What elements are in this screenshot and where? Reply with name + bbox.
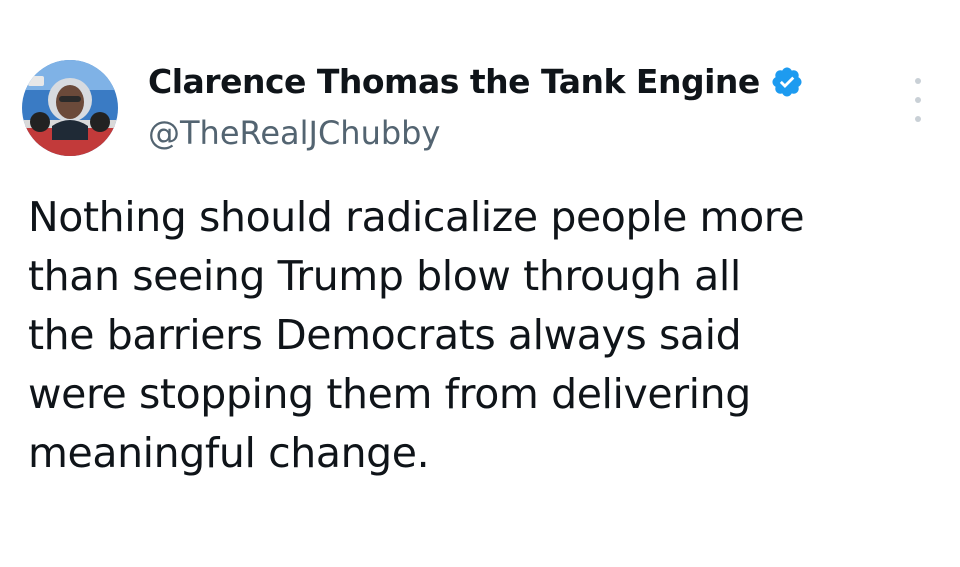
tweet-text-line: than seeing Trump blow through all [28, 252, 741, 300]
tweet-text-line: meaningful change. [28, 429, 430, 477]
tweet-text: Nothing should radicalize people more th… [28, 188, 928, 483]
verified-badge-icon [770, 65, 804, 99]
tweet-text-line: were stopping them from delivering [28, 370, 751, 418]
more-options-icon[interactable] [908, 78, 928, 122]
tweet-text-line: Nothing should radicalize people more [28, 193, 805, 241]
author-display-name[interactable]: Clarence Thomas the Tank Engine [148, 62, 760, 101]
avatar-photo [22, 60, 118, 156]
avatar[interactable] [22, 60, 118, 156]
tweet-card: Clarence Thomas the Tank Engine @TheReal… [0, 0, 960, 567]
more-dot [915, 78, 921, 84]
author-handle[interactable]: @TheRealJChubby [148, 114, 440, 152]
more-dot [915, 97, 921, 103]
tweet-text-line: the barriers Democrats always said [28, 311, 742, 359]
author-row: Clarence Thomas the Tank Engine [148, 62, 804, 101]
more-dot [915, 116, 921, 122]
